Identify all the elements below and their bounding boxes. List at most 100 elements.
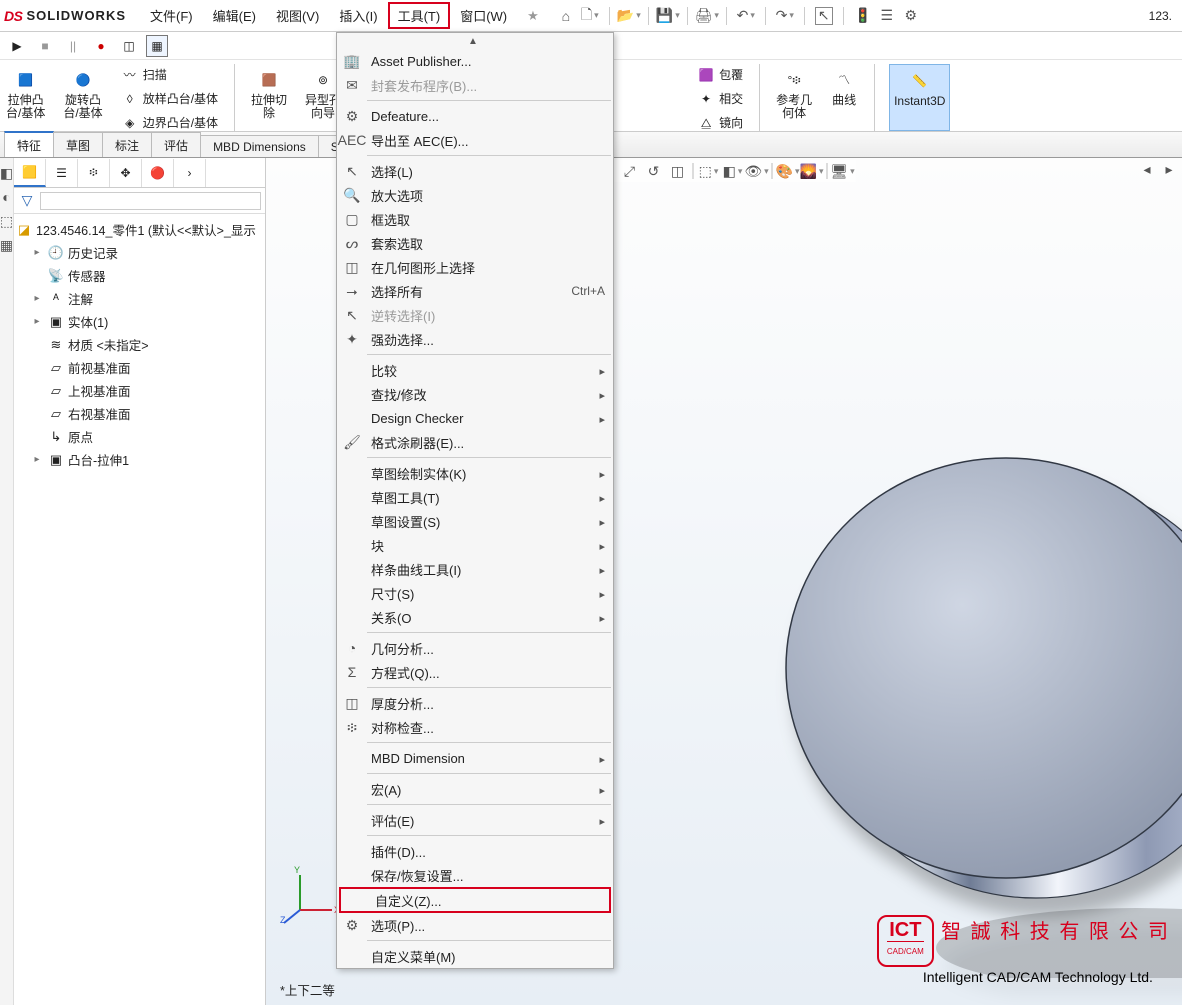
menu-collapse-icon[interactable]: ▲	[337, 33, 613, 49]
record-icon[interactable]: ●	[90, 35, 112, 57]
ribbon-boundary[interactable]: ◈边界凸台/基体	[119, 112, 220, 134]
tree-node[interactable]: ▱ 右视基准面	[16, 402, 263, 425]
tab-feature[interactable]: 特征	[4, 131, 54, 157]
cursor-icon[interactable]: ↖	[815, 7, 833, 25]
filter-input[interactable]	[40, 192, 261, 210]
panel-tab-appearance-icon[interactable]: 🔴	[142, 159, 174, 187]
menu-item[interactable]: 自定义(Z)...	[339, 887, 611, 913]
ribbon-intersect[interactable]: ✦相交	[695, 88, 745, 110]
hide-show-icon[interactable]: 👁	[748, 162, 766, 180]
menu-item[interactable]: 草图工具(T)	[337, 485, 613, 509]
new-icon[interactable]: 🗋	[581, 7, 599, 25]
tab-sketch[interactable]: 草图	[53, 132, 103, 157]
tab-mbd-dimensions[interactable]: MBD Dimensions	[200, 135, 319, 157]
ribbon-ref-geometry[interactable]: °፨参考几 何体	[774, 64, 814, 131]
menu-item[interactable]: ↖ 选择(L)	[337, 159, 613, 183]
menu-item[interactable]: ✦ 强劲选择...	[337, 327, 613, 351]
menu-edit[interactable]: 编辑(E)	[203, 2, 266, 29]
section-view-icon[interactable]: ◫	[669, 162, 687, 180]
redo-icon[interactable]: ↷	[776, 7, 794, 25]
menu-item[interactable]: Σ 方程式(Q)...	[337, 660, 613, 684]
ribbon-extrude-cut[interactable]: 🟫拉伸切 除	[249, 64, 289, 131]
menu-item[interactable]: 关系(O	[337, 605, 613, 629]
menu-item[interactable]: 插件(D)...	[337, 839, 613, 863]
ribbon-sweep[interactable]: 〰扫描	[119, 64, 169, 86]
undo-icon[interactable]: ↶	[737, 7, 755, 25]
filter-icon[interactable]: ▽	[18, 192, 36, 210]
ribbon-instant3d[interactable]: 📏Instant3D	[889, 64, 950, 131]
expand-icon[interactable]: ▸	[30, 247, 44, 258]
menu-item[interactable]: ◔ 几何分析...	[337, 636, 613, 660]
menu-tools[interactable]: 工具(T)	[388, 2, 451, 29]
ribbon-mirror[interactable]: ⧋镜向	[695, 112, 745, 134]
menu-item[interactable]: ◫ 厚度分析...	[337, 691, 613, 715]
menu-item[interactable]: 查找/修改	[337, 382, 613, 406]
tab-annotate[interactable]: 标注	[102, 132, 152, 157]
open-icon[interactable]: 📂	[620, 7, 638, 25]
thumbnail-icon[interactable]: ▦	[146, 35, 168, 57]
menu-item[interactable]: 尺寸(S)	[337, 581, 613, 605]
play-icon[interactable]: ▶	[6, 35, 28, 57]
menu-item[interactable]: 草图设置(S)	[337, 509, 613, 533]
menu-item[interactable]: 样条曲线工具(I)	[337, 557, 613, 581]
menu-item[interactable]: 比较	[337, 358, 613, 382]
tree-node[interactable]: ▱ 上视基准面	[16, 379, 263, 402]
menu-file[interactable]: 文件(F)	[140, 2, 203, 29]
render-icon[interactable]: 🖥	[834, 162, 852, 180]
tree-node[interactable]: ↳ 原点	[16, 425, 263, 448]
menu-item[interactable]: ◫ 在几何图形上选择	[337, 255, 613, 279]
menu-item[interactable]: ⚙ 选项(P)...	[337, 913, 613, 937]
traffic-light-icon[interactable]: 🚦	[854, 7, 872, 25]
menu-pin-icon[interactable]: ★	[517, 4, 549, 28]
tree-node[interactable]: ▸ ▣ 凸台-拉伸1	[16, 448, 263, 471]
menu-item[interactable]: MBD Dimension	[337, 746, 613, 770]
panel-tab-feature-tree-icon[interactable]: 🟨	[14, 159, 46, 187]
menu-item[interactable]: ፨ 对称检查...	[337, 715, 613, 739]
tab-evaluate[interactable]: 评估	[151, 132, 201, 157]
tree-root[interactable]: ◪ 123.4546.14_零件1 (默认<<默认>_显示	[16, 218, 263, 241]
panel-tab-property-icon[interactable]: ☰	[46, 159, 78, 187]
ribbon-loft[interactable]: ◊放样凸台/基体	[119, 88, 220, 110]
menu-item[interactable]: 🏢 Asset Publisher...	[337, 49, 613, 73]
menu-item[interactable]: 草图绘制实体(K)	[337, 461, 613, 485]
ribbon-revolve-boss[interactable]: 🔵旋转凸 台/基体	[61, 64, 104, 131]
zoom-area-icon[interactable]: ⤢	[621, 162, 639, 180]
tree-node[interactable]: ▸ ᴬ 注解	[16, 287, 263, 310]
next-page-icon[interactable]: ▸	[1160, 160, 1178, 178]
menu-window[interactable]: 窗口(W)	[450, 2, 517, 29]
menu-item[interactable]: ᔕ 套索选取	[337, 231, 613, 255]
menu-item[interactable]: ▢ 框选取	[337, 207, 613, 231]
save-icon[interactable]: 💾	[659, 7, 677, 25]
prev-view-icon[interactable]: ↺	[645, 162, 663, 180]
appearance-icon[interactable]: 🎨	[779, 162, 797, 180]
home-icon[interactable]: ⌂	[557, 7, 575, 25]
expand-icon[interactable]: ▸	[30, 293, 44, 304]
gear-icon[interactable]: ⚙	[902, 7, 920, 25]
menu-item[interactable]: AEC 导出至 AEC(E)...	[337, 128, 613, 152]
menu-item[interactable]: 块	[337, 533, 613, 557]
expand-icon[interactable]: ▸	[30, 316, 44, 327]
ribbon-extrude-boss[interactable]: 🟦拉伸凸 台/基体	[4, 64, 47, 131]
panel-tab-config-icon[interactable]: ፨	[78, 159, 110, 187]
menu-item[interactable]: 🔍 放大选项	[337, 183, 613, 207]
menu-item[interactable]: ⭢ 选择所有 Ctrl+A	[337, 279, 613, 303]
tree-node[interactable]: ▱ 前视基准面	[16, 356, 263, 379]
menu-item[interactable]: 自定义菜单(M)	[337, 944, 613, 968]
panel-tab-more-icon[interactable]: ›	[174, 159, 206, 187]
list-icon[interactable]: ☰	[878, 7, 896, 25]
scene-icon[interactable]: 🌄	[803, 162, 821, 180]
ribbon-wrap[interactable]: 🟪包覆	[695, 64, 745, 86]
menu-item[interactable]: 宏(A)	[337, 777, 613, 801]
menu-item[interactable]: ⚙ Defeature...	[337, 104, 613, 128]
menu-item[interactable]: Design Checker	[337, 406, 613, 430]
menu-item[interactable]: 🖌 格式涂刷器(E)...	[337, 430, 613, 454]
view-orientation-icon[interactable]: ⬚	[700, 162, 718, 180]
tree-node[interactable]: ▸ 🕘 历史记录	[16, 241, 263, 264]
tree-node[interactable]: ▸ ▣ 实体(1)	[16, 310, 263, 333]
tree-node[interactable]: ≋ 材质 <未指定>	[16, 333, 263, 356]
menu-insert[interactable]: 插入(I)	[329, 2, 387, 29]
prev-page-icon[interactable]: ◂	[1138, 160, 1156, 178]
expand-icon[interactable]: ▸	[30, 454, 44, 465]
pause-icon[interactable]: ||	[62, 35, 84, 57]
print-icon[interactable]: 🖨	[698, 7, 716, 25]
